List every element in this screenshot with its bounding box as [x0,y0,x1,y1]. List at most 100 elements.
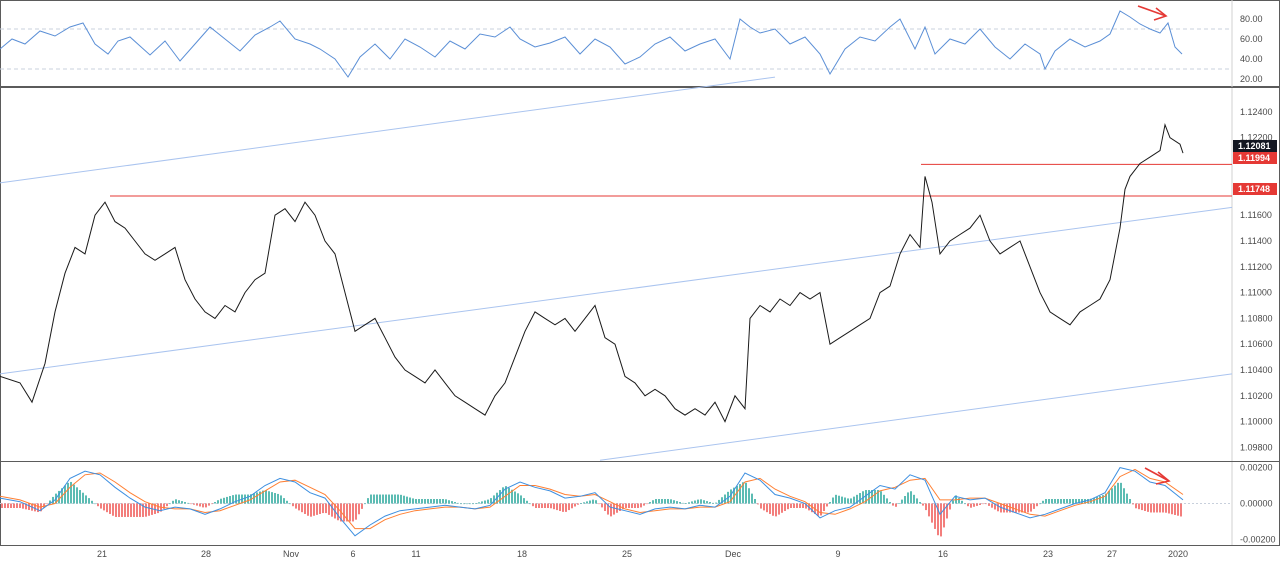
rsi-pane[interactable]: 80.00 60.00 40.00 20.00 [0,0,1280,87]
macd-histogram-bar [676,501,678,504]
macd-histogram-bar [802,503,804,508]
macd-histogram-bar [982,503,984,505]
macd-pane[interactable]: 0.00200 0.00000 -0.00200 [0,461,1280,546]
macd-histogram-bar [1174,503,1176,515]
macd-histogram-bar [667,499,669,504]
macd-histogram-bar [934,503,936,529]
macd-histogram-bar [196,503,198,506]
macd-histogram-bar [295,503,297,509]
macd-histogram-bar [412,498,414,504]
macd-histogram-bar [145,503,147,517]
macd-histogram-bar [280,495,282,504]
rsi-tick-label: 60.00 [1240,34,1263,44]
macd-histogram-bar [850,498,852,504]
price-pane[interactable]: 1.124001.122001.118001.116001.114001.112… [0,76,1280,462]
macd-histogram-bar [1072,499,1074,504]
macd-histogram-bar [868,490,870,504]
macd-histogram-bar [247,494,249,504]
macd-histogram-bar [307,503,309,516]
macd-histogram-bar [7,503,9,508]
macd-histogram-bar [52,496,54,504]
rsi-pane-border [0,0,1280,87]
macd-tick-label: 0.00000 [1240,499,1273,509]
macd-histogram-bar [820,503,822,516]
macd-histogram-bar [184,502,186,504]
macd-histogram-bar [1048,499,1050,504]
macd-histogram-bar [19,503,21,508]
macd-histogram-bar [67,482,69,504]
macd-histogram-bar [604,503,606,511]
price-tick-label: 1.10000 [1240,417,1273,427]
macd-histogram-bar [403,495,405,504]
macd-histogram-bar [178,500,180,504]
macd-histogram-bar [106,503,108,513]
macd-histogram-bar [325,503,327,514]
macd-histogram-bar [37,503,39,513]
macd-histogram-bar [568,503,570,511]
macd-histogram-bar [889,502,891,504]
macd-histogram-bar [133,503,135,517]
macd-histogram-bar [202,503,204,508]
trading-chart[interactable]: 80.0060.0040.0020.00 1.124001.122001.118… [0,0,1280,567]
macd-histogram-bar [97,503,99,507]
macd-histogram-bar [406,496,408,504]
macd-histogram-bar [226,496,228,504]
macd-histogram-bar [772,503,774,516]
rsi-tick-label: 40.00 [1240,54,1263,64]
macd-histogram-bar [649,502,651,504]
macd-histogram-bar [409,497,411,504]
macd-histogram-bar [970,503,972,508]
macd-histogram-bar [961,500,963,504]
macd-histogram-bar [400,494,402,504]
macd-histogram-bar [700,499,702,504]
macd-histogram-bar [517,493,519,504]
macd-histogram-bar [112,503,114,516]
macd-histogram-bar [322,503,324,514]
macd-histogram-bar [835,494,837,504]
macd-histogram-bar [598,503,600,505]
macd-histogram-bar [397,494,399,504]
macd-histogram-bar [892,503,894,506]
macd-histogram-bar [442,499,444,504]
macd-histogram-bar [118,503,120,517]
time-tick-label: 23 [1043,549,1053,559]
macd-histogram-bar [766,503,768,513]
macd-histogram-bar [817,503,819,516]
time-axis-ticks: 21 28 Nov 6 11 18 25 Dec 9 16 23 27 2020 [97,549,1188,559]
macd-histogram-bar [1096,496,1098,504]
macd-histogram-bar [1129,499,1131,504]
macd-histogram-bar [169,503,171,505]
macd-histogram-bar [781,503,783,513]
macd-histogram-bar [535,503,537,508]
macd-histogram-bar [382,494,384,504]
macd-histogram-bar [646,503,648,505]
macd-histogram-bar [298,503,300,511]
macd-histogram-bar [1066,499,1068,504]
macd-histogram-bar [601,503,603,508]
macd-histogram-bar [205,503,207,508]
macd-histogram-bar [193,503,195,505]
macd-histogram-bar [466,503,468,505]
macd-histogram-bar [658,499,660,504]
macd-histogram-bar [925,503,927,511]
macd-histogram-bar [790,503,792,508]
rsi-tick-label: 80.00 [1240,14,1263,24]
macd-tick-label: -0.00200 [1240,534,1276,544]
macd-histogram-bar [883,494,885,504]
macd-histogram-bar [583,502,585,504]
macd-histogram-bar [952,500,954,504]
macd-histogram-bar [187,502,189,504]
macd-histogram-bar [829,502,831,504]
macd-histogram-bar [595,500,597,504]
macd-histogram-bar [421,499,423,504]
macd-histogram-bar [508,487,510,504]
time-axis[interactable]: 21 28 Nov 6 11 18 25 Dec 9 16 23 27 2020 [0,545,1280,560]
macd-histogram-bar [124,503,126,517]
macd-histogram-bar [760,503,762,509]
macd-histogram-bar [751,493,753,504]
macd-histogram-bar [922,503,924,506]
macd-histogram-bar [430,499,432,504]
macd-histogram-bar [1123,488,1125,504]
macd-histogram-bar [100,503,102,509]
macd-histogram-bar [1054,499,1056,504]
